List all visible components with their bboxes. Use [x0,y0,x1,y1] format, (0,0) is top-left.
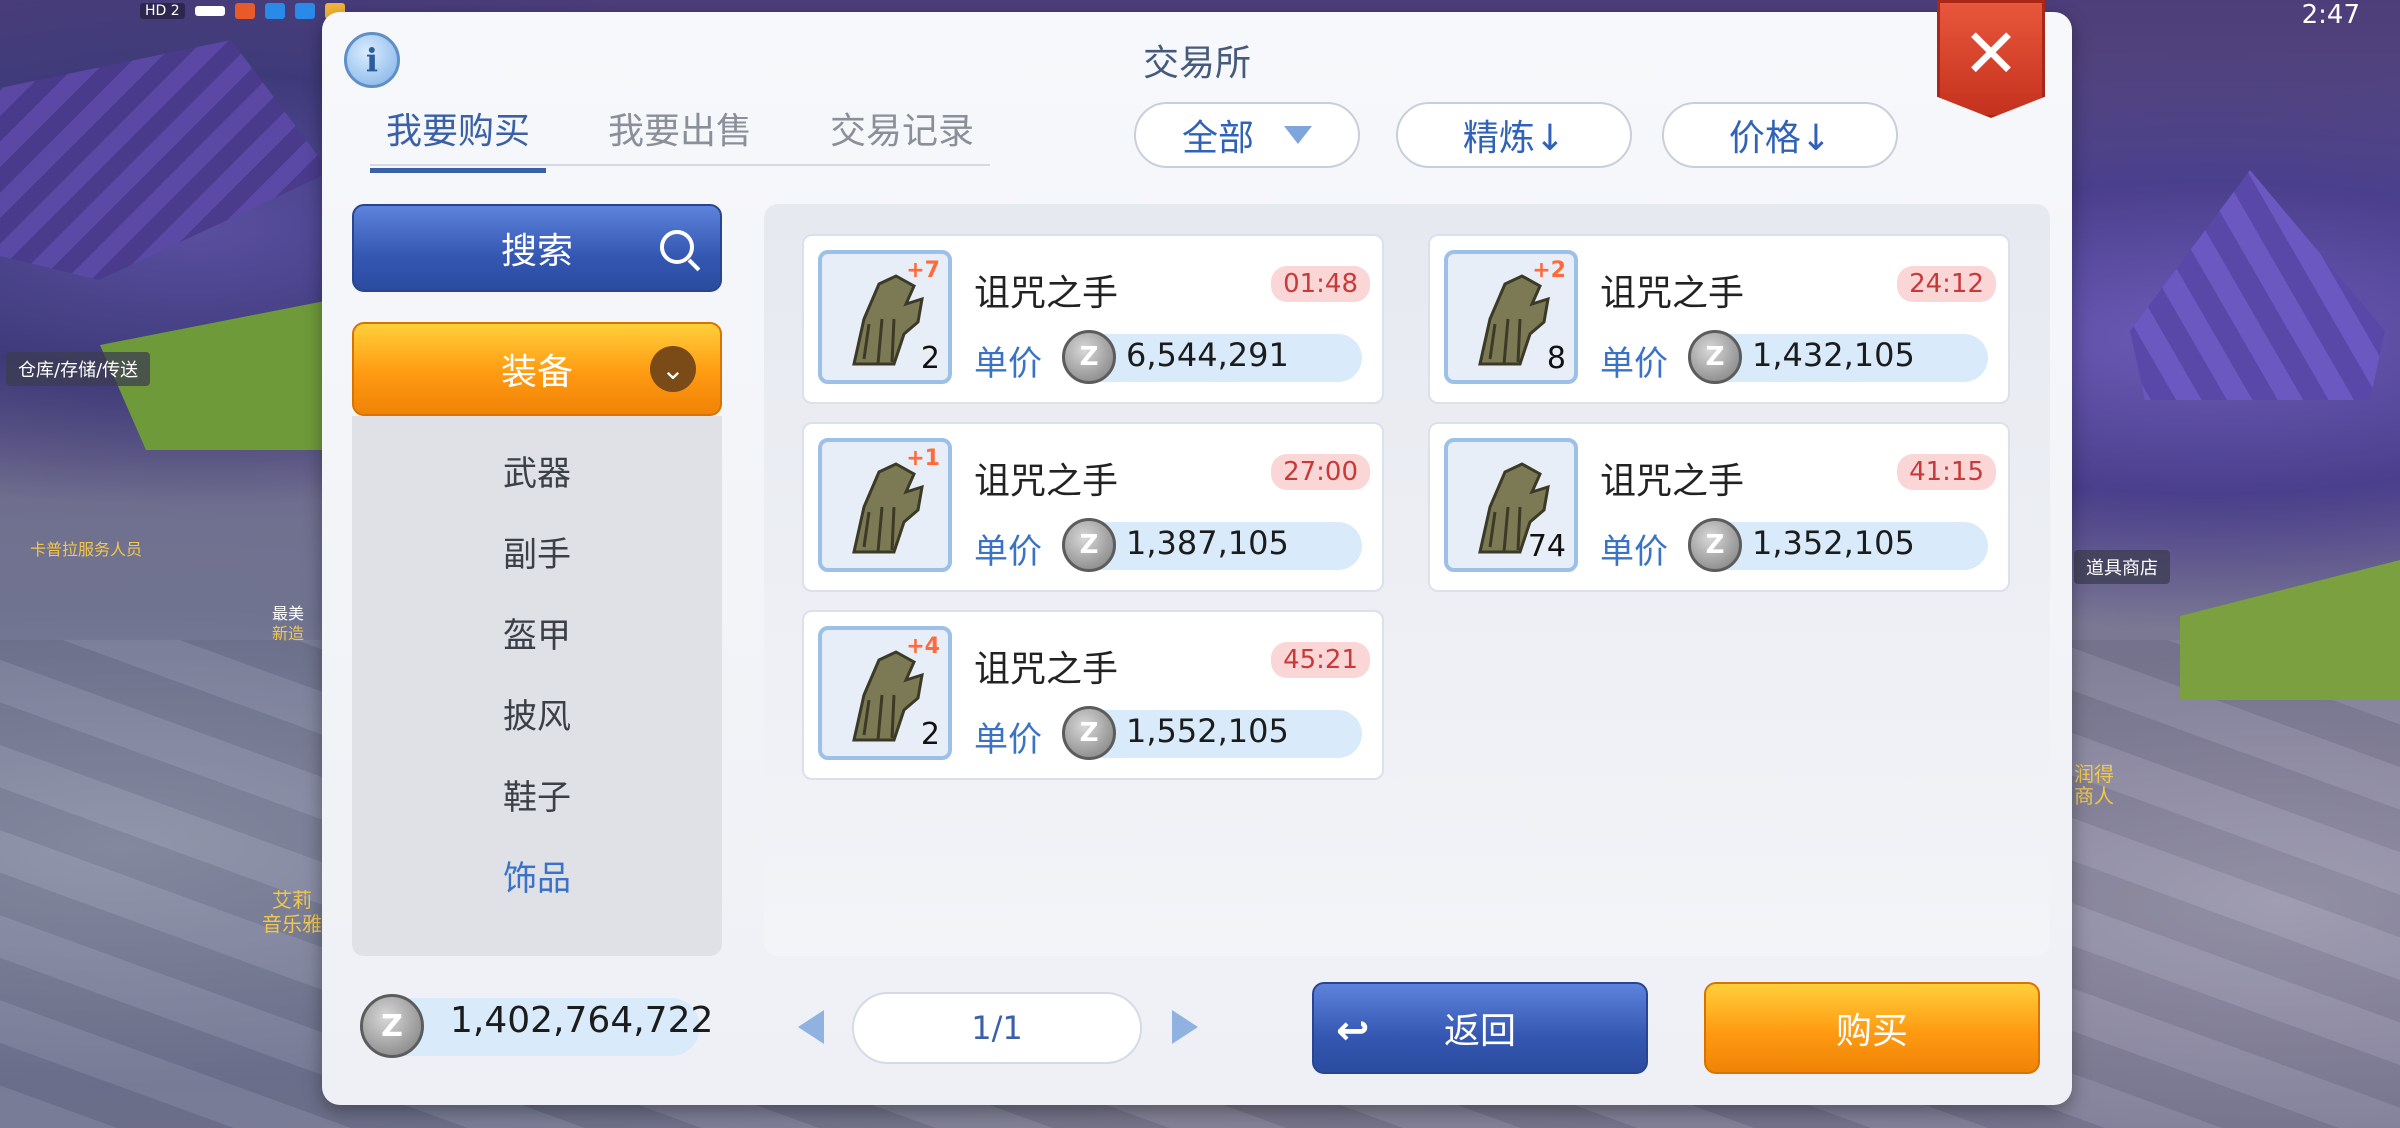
item-name: 诅咒之手 [974,461,1119,502]
npc-name-bottom-b[interactable]: 音乐雅 [262,908,322,937]
tab-divider [370,164,990,166]
status-bar: HD 2 [140,0,345,22]
subcategory-list: 武器 副手 盔甲 披风 鞋子 饰品 [352,416,722,956]
zeny-coin-icon: Z [1062,330,1116,384]
prev-page-arrow-icon[interactable] [798,1010,824,1044]
equipment-category-button[interactable]: 装备 ⌄ [352,322,722,416]
category-dropdown[interactable]: 全部 [1134,102,1360,168]
listing-card[interactable]: +2 8 诅咒之手 24:12 单价 Z 1,432,105 [1428,234,2010,404]
sort-price-button[interactable]: 价格↓ [1662,102,1898,168]
item-name: 诅咒之手 [974,649,1119,690]
zeny-balance: 1,402,764,722 [450,1000,714,1041]
listing-card[interactable]: +7 2 诅咒之手 01:48 单价 Z 6,544,291 [802,234,1384,404]
time-remaining-badge: 27:00 [1271,454,1370,490]
zeny-coin-icon: Z [1688,518,1742,572]
exchange-panel: i 交易所 ✕ 我要购买 我要出售 交易记录 全部 精炼↓ 价格↓ 搜索 装备 … [322,0,2072,1105]
subcategory-cloak[interactable]: 披风 [352,673,722,754]
close-button[interactable]: ✕ [1937,0,2045,118]
listing-card[interactable]: 74 诅咒之手 41:15 单价 Z 1,352,105 [1428,422,2010,592]
unit-price-label: 单价 [974,720,1042,760]
listing-card[interactable]: +4 2 诅咒之手 45:21 单价 Z 1,552,105 [802,610,1384,780]
listing-grid: +7 2 诅咒之手 01:48 单价 Z 6,544,291 +2 8 诅咒之手… [764,204,2050,956]
zeny-coin-icon: Z [1062,518,1116,572]
item-thumbnail: +4 2 [818,626,952,760]
refine-level: +7 [906,258,940,283]
next-page-arrow-icon[interactable] [1172,1010,1198,1044]
grass-right [2180,560,2400,700]
time-remaining-badge: 01:48 [1271,266,1370,302]
subcategory-weapon[interactable]: 武器 [352,430,722,511]
dropdown-triangle-icon [1284,126,1312,144]
back-button[interactable]: ↩ 返回 [1312,982,1648,1074]
panel-title: 交易所 [1142,43,1251,84]
tab-buy[interactable]: 我要购买 [370,102,547,173]
time-remaining-badge: 24:12 [1897,266,1996,302]
subcategory-shoes[interactable]: 鞋子 [352,754,722,835]
equipment-category-label: 装备 [500,352,573,393]
app-notification-icon [294,3,315,19]
return-icon: ↩ [1336,1008,1370,1054]
item-thumbnail: +1 [818,438,952,572]
item-quantity: 8 [1546,341,1566,376]
back-button-label: 返回 [1443,1011,1516,1052]
subcategory-accessory[interactable]: 饰品 [352,835,722,916]
item-thumbnail: 74 [1444,438,1578,572]
hd-indicator: HD 2 [140,3,185,19]
item-name: 诅咒之手 [1600,461,1745,502]
npc-tag-storage[interactable]: 仓库/存储/传送 [6,352,151,386]
npc-name-kafra[interactable]: 卡普拉服务人员 [30,536,142,560]
tab-bar: 我要购买 我要出售 交易记录 [370,102,990,173]
search-icon [660,230,694,264]
app-notification-icon [264,3,285,19]
search-button-label: 搜索 [500,231,573,272]
item-name: 诅咒之手 [1600,273,1745,314]
unit-price-label: 单价 [1600,344,1668,384]
listing-card[interactable]: +1 诅咒之手 27:00 单价 Z 1,387,105 [802,422,1384,592]
page-indicator: 1/1 [852,992,1142,1064]
tab-history[interactable]: 交易记录 [814,102,990,173]
time-remaining-badge: 41:15 [1897,454,1996,490]
zeny-coin-icon: Z [1688,330,1742,384]
item-quantity: 2 [920,717,940,752]
item-quantity: 2 [920,341,940,376]
item-name: 诅咒之手 [974,273,1119,314]
category-dropdown-label: 全部 [1181,118,1254,159]
unit-price-label: 单价 [974,532,1042,572]
item-price: 1,387,105 [1126,524,1289,562]
subcategory-armor[interactable]: 盔甲 [352,592,722,673]
npc-tag-item-shop[interactable]: 道具商店 [2074,550,2170,584]
refine-level: +2 [1532,258,1566,283]
app-notification-icon [234,3,255,19]
item-thumbnail: +2 8 [1444,250,1578,384]
zeny-coin-icon: Z [1062,706,1116,760]
buy-button[interactable]: 购买 [1704,982,2040,1074]
clock: 2:47 [2301,0,2360,30]
zeny-coin-icon: Z [360,994,424,1058]
item-thumbnail: +7 2 [818,250,952,384]
unit-price-label: 单价 [1600,532,1668,572]
item-quantity: 74 [1527,529,1566,564]
npc-name-right-b[interactable]: 商人 [2074,780,2114,809]
chevron-down-icon: ⌄ [650,346,696,392]
building-roof-right [2130,170,2385,400]
subcategory-offhand[interactable]: 副手 [352,511,722,592]
time-remaining-badge: 45:21 [1271,642,1370,678]
refine-level: +4 [906,634,940,659]
npc-name-player-b[interactable]: 新造 [272,620,304,644]
unit-price-label: 单价 [974,344,1042,384]
sort-refine-button[interactable]: 精炼↓ [1396,102,1632,168]
item-price: 1,552,105 [1126,712,1289,750]
signal-icon [194,6,225,16]
item-price: 1,432,105 [1752,336,1915,374]
item-price: 1,352,105 [1752,524,1915,562]
refine-level: +1 [906,446,940,471]
item-price: 6,544,291 [1126,336,1289,374]
search-button[interactable]: 搜索 [352,204,722,292]
building-roof-left [0,40,330,280]
tab-sell[interactable]: 我要出售 [592,102,768,173]
